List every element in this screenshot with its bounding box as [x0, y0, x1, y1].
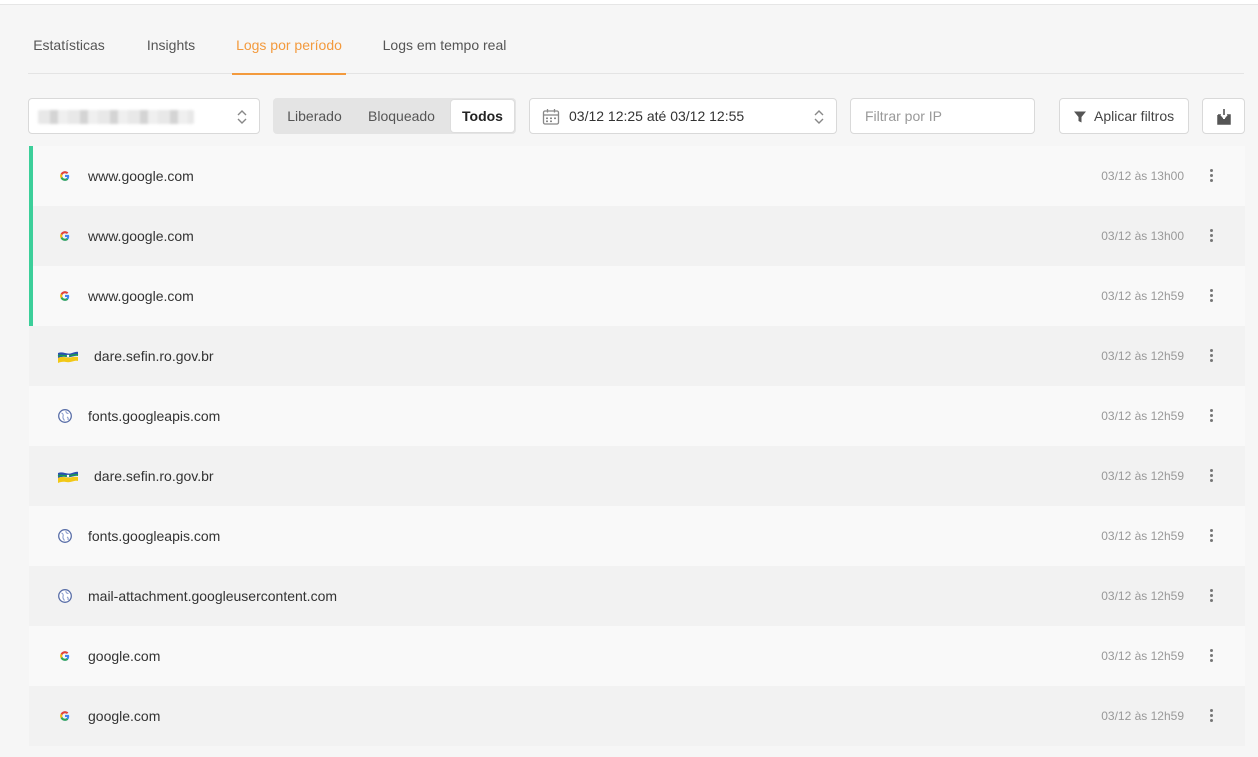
log-row[interactable]: www.google.com 03/12 às 13h00 [29, 206, 1245, 266]
date-range-picker[interactable]: 03/12 12:25 até 03/12 12:55 [529, 98, 837, 134]
status-liberado-button[interactable]: Liberado [275, 100, 354, 132]
more-options-icon[interactable] [1205, 168, 1217, 184]
status-segmented-control: Liberado Bloqueado Todos [273, 98, 516, 134]
log-domain: www.google.com [88, 228, 194, 244]
log-domain: dare.sefin.ro.gov.br [94, 348, 214, 364]
up-down-chevron-icon [235, 108, 249, 126]
log-row[interactable]: google.com 03/12 às 12h59 [29, 686, 1245, 746]
log-timestamp: 03/12 às 12h59 [1101, 529, 1184, 543]
tab-bar: Estatísticas Insights Logs por período L… [28, 28, 1244, 75]
log-timestamp: 03/12 às 12h59 [1101, 589, 1184, 603]
google-icon [57, 648, 73, 664]
status-bloqueado-button[interactable]: Bloqueado [357, 100, 446, 132]
log-timestamp: 03/12 às 13h00 [1101, 169, 1184, 183]
log-timestamp: 03/12 às 12h59 [1101, 409, 1184, 423]
top-edge [0, 0, 1258, 5]
allowed-status-marker [29, 146, 33, 206]
log-row[interactable]: fonts.googleapis.com 03/12 às 12h59 [29, 386, 1245, 446]
log-list: www.google.com 03/12 às 13h00 www.google.c… [29, 146, 1245, 746]
log-row[interactable]: fonts.googleapis.com 03/12 às 12h59 [29, 506, 1245, 566]
state-flag-icon [57, 350, 79, 364]
more-options-icon[interactable] [1205, 348, 1217, 364]
log-timestamp: 03/12 às 12h59 [1101, 649, 1184, 663]
ip-filter-input[interactable] [850, 98, 1035, 134]
globe-icon [57, 528, 73, 544]
tab-logs-em-tempo-real[interactable]: Logs em tempo real [382, 28, 507, 74]
device-select[interactable] [28, 98, 260, 134]
more-options-icon[interactable] [1205, 528, 1217, 544]
log-row[interactable]: www.google.com 03/12 às 12h59 [29, 266, 1245, 326]
log-domain: google.com [88, 648, 161, 664]
more-options-icon[interactable] [1205, 708, 1217, 724]
google-icon [57, 168, 73, 184]
status-todos-button[interactable]: Todos [451, 100, 514, 132]
apply-filters-button[interactable]: Aplicar filtros [1059, 98, 1189, 134]
allowed-status-marker [29, 266, 33, 326]
log-domain: www.google.com [88, 288, 194, 304]
log-row[interactable]: dare.sefin.ro.gov.br 03/12 às 12h59 [29, 446, 1245, 506]
log-domain: fonts.googleapis.com [88, 528, 221, 544]
calendar-icon [542, 109, 560, 125]
log-timestamp: 03/12 às 12h59 [1101, 709, 1184, 723]
log-timestamp: 03/12 às 12h59 [1101, 349, 1184, 363]
funnel-icon [1074, 111, 1086, 123]
tab-logs-por-periodo[interactable]: Logs por período [232, 28, 346, 75]
log-domain: google.com [88, 708, 161, 724]
log-row[interactable]: www.google.com 03/12 às 13h00 [29, 146, 1245, 206]
more-options-icon[interactable] [1205, 288, 1217, 304]
google-icon [57, 228, 73, 244]
date-range-text: 03/12 12:25 até 03/12 12:55 [569, 108, 745, 124]
log-domain: dare.sefin.ro.gov.br [94, 468, 214, 484]
log-domain: www.google.com [88, 168, 194, 184]
google-icon [57, 288, 73, 304]
log-timestamp: 03/12 às 12h59 [1101, 289, 1184, 303]
more-options-icon[interactable] [1205, 468, 1217, 484]
more-options-icon[interactable] [1205, 228, 1217, 244]
log-row[interactable]: google.com 03/12 às 12h59 [29, 626, 1245, 686]
more-options-icon[interactable] [1205, 408, 1217, 424]
more-options-icon[interactable] [1205, 648, 1217, 664]
log-timestamp: 03/12 às 13h00 [1101, 229, 1184, 243]
log-domain: fonts.googleapis.com [88, 408, 221, 424]
apply-filters-label: Aplicar filtros [1094, 108, 1175, 124]
download-button[interactable] [1202, 98, 1245, 134]
globe-icon [57, 408, 73, 424]
redacted-value [38, 110, 194, 124]
filter-toolbar: Liberado Bloqueado Todos 03/12 12:25 até… [28, 98, 1245, 134]
allowed-status-marker [29, 206, 33, 266]
state-flag-icon [57, 470, 79, 484]
log-row[interactable]: dare.sefin.ro.gov.br 03/12 às 12h59 [29, 326, 1245, 386]
up-down-chevron-icon [812, 108, 826, 126]
tab-estatisticas[interactable]: Estatísticas [32, 28, 106, 74]
log-row[interactable]: mail-attachment.googleusercontent.com 03/… [29, 566, 1245, 626]
download-icon [1217, 109, 1231, 125]
log-timestamp: 03/12 às 12h59 [1101, 469, 1184, 483]
google-icon [57, 708, 73, 724]
more-options-icon[interactable] [1205, 588, 1217, 604]
log-domain: mail-attachment.googleusercontent.com [88, 588, 338, 604]
globe-icon [57, 588, 73, 604]
tab-insights[interactable]: Insights [145, 28, 197, 74]
